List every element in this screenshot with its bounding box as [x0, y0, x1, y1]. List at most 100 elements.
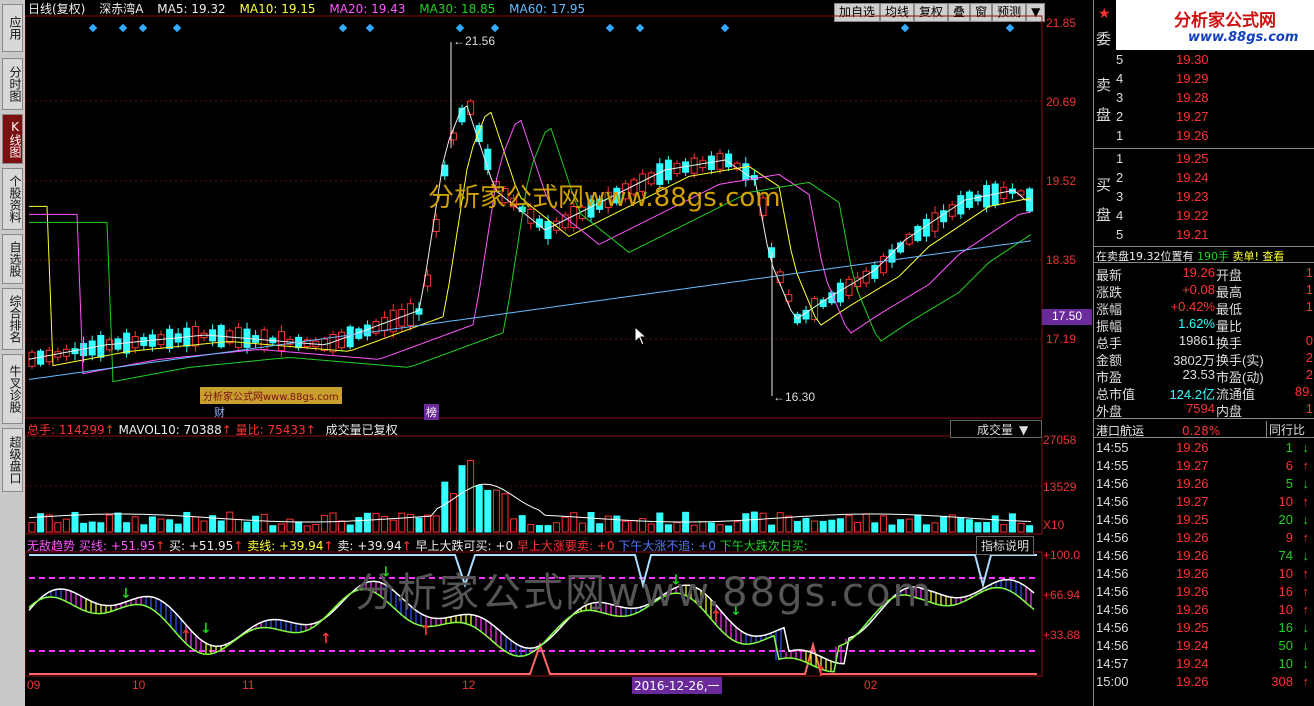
cursor-date: 2016-12-26,一 [632, 677, 722, 694]
indicator-tick: +33.88 [1043, 628, 1081, 642]
buy-level-row[interactable]: 1 19.25 [1094, 151, 1314, 169]
volume-bar [578, 522, 586, 533]
tab-kline[interactable]: K线图 [2, 114, 23, 164]
lower-signal-line [29, 641, 1037, 675]
volume-bar [226, 511, 234, 533]
stat-value: +0.42% [1170, 299, 1215, 314]
stat-row: 总手 19861 换手 0 [1094, 333, 1314, 351]
tab-intraday[interactable]: 分时图 [2, 58, 23, 110]
sell-level-row[interactable]: 2 19.27 [1094, 109, 1314, 127]
tick-price: 19.24 [1176, 656, 1209, 671]
volume-bar [97, 522, 105, 533]
arrow-down-icon: ↓ [1302, 440, 1310, 455]
mouse-cursor-icon [634, 326, 648, 346]
buy-level-row[interactable]: 3 19.23 [1094, 189, 1314, 207]
volume-bar [105, 514, 113, 533]
tab-diagnosis[interactable]: 牛叉诊股 [2, 354, 23, 424]
tab-apps[interactable]: 应用 [2, 4, 23, 52]
sell-value: 卖: +39.94 [337, 539, 402, 553]
date-tick: 11 [242, 678, 255, 692]
signal-diamond-icon [338, 23, 348, 33]
tick-price: 19.26 [1176, 530, 1209, 545]
tab-super-order[interactable]: 超级盘口 [2, 428, 23, 492]
watermark-badge: 分析家公式网www.88gs.com [200, 387, 342, 404]
low-annotation: ←16.30 [773, 390, 815, 404]
sell-level-row[interactable]: 3 19.28 [1094, 90, 1314, 108]
peer-compare-button[interactable]: 同行比 [1266, 421, 1305, 438]
level-num: 3 [1116, 90, 1124, 105]
volume-bar [518, 515, 526, 533]
tab-ranking[interactable]: 综合排名 [2, 288, 23, 350]
buy-value: 买: +51.95 [169, 539, 234, 553]
stat-value-2: 1 [1305, 265, 1313, 280]
volume-bar [561, 516, 569, 533]
indicator-help-button[interactable]: 指标说明 [976, 536, 1035, 555]
volume-bar [45, 514, 53, 533]
tick-row: 14:56 19.26 16 ↑ [1094, 584, 1314, 602]
tick-row: 15:00 19.26 308 ↑ [1094, 674, 1314, 692]
volume-bar [475, 485, 483, 533]
finance-marker[interactable]: 财 [214, 404, 225, 420]
tick-volume: 6 [1285, 458, 1293, 473]
volume-bar [363, 512, 371, 533]
volume-header: 总手: 114299↑ MAVOL10: 70388↑ 量比: 75433↑ 成… [27, 423, 398, 437]
volume-bar [535, 525, 543, 533]
tick-price: 19.24 [1176, 638, 1209, 653]
tick-volume: 10 [1278, 656, 1293, 671]
indicator-name[interactable]: 无敌趋势 [27, 539, 75, 553]
volume-bar [1026, 525, 1034, 533]
buy-level-row[interactable]: 5 19.21 [1094, 227, 1314, 245]
volume-bar [793, 520, 801, 533]
arrow-up-icon: ↑ [1302, 674, 1310, 689]
volume-ratio: 量比: 75433 [235, 423, 306, 437]
tick-row: 14:56 19.24 50 ↓ [1094, 638, 1314, 656]
volume-bar [750, 511, 758, 533]
tick-time: 14:56 [1096, 548, 1129, 563]
volume-bar [965, 519, 973, 533]
arrow-down-icon: ↓ [1302, 476, 1310, 491]
tick-row: 14:56 19.26 9 ↑ [1094, 530, 1314, 548]
volume-bar [811, 520, 819, 533]
signal-diamond-icon [138, 23, 148, 33]
level-num: 5 [1116, 52, 1124, 67]
signal-diamond-icon [635, 23, 645, 33]
volume-bar [183, 511, 191, 533]
volume-bar [217, 520, 225, 533]
tab-watchlist[interactable]: 自选股 [2, 234, 23, 284]
stat-row: 振幅 1.62% 量比 [1094, 316, 1314, 334]
sell-level-row[interactable]: 1 19.26 [1094, 128, 1314, 146]
level-num: 3 [1116, 189, 1124, 204]
candle-body [467, 100, 475, 115]
price-tick: 20.69 [1046, 95, 1077, 109]
price-tick: 17.19 [1046, 332, 1077, 346]
tab-stock-info[interactable]: 个股资料 [2, 168, 23, 230]
tick-row: 14:56 19.27 10 ↑ [1094, 494, 1314, 512]
stat-value-2: 1 [1305, 299, 1313, 314]
sell-level-row[interactable]: 5 19.30 [1094, 52, 1314, 70]
signal-diamond-icon [720, 23, 730, 33]
star-icon[interactable]: ★ [1098, 6, 1111, 22]
volume-bar [243, 521, 251, 533]
tick-time: 15:00 [1096, 674, 1129, 689]
signal-4: 下午大跌次日买: [719, 539, 808, 553]
buy-level-row[interactable]: 4 19.22 [1094, 208, 1314, 226]
volume-bar [983, 522, 991, 533]
indicator-tick: +100.0 [1043, 548, 1081, 562]
level-price: 19.23 [1176, 189, 1209, 204]
ranking-marker[interactable]: 榜 [424, 404, 439, 420]
tick-time: 14:55 [1096, 440, 1129, 455]
volume-indicator-select[interactable]: 成交量 ▼ [950, 420, 1042, 438]
ma-line [28, 240, 1032, 380]
volume-bar [879, 515, 887, 533]
stat-value-2: 0 [1305, 333, 1313, 348]
price-tick: 18.35 [1046, 253, 1077, 267]
sell-level-row[interactable]: 4 19.29 [1094, 71, 1314, 89]
tick-volume: 20 [1278, 512, 1293, 527]
signal-diamond-icon [490, 23, 500, 33]
tick-price: 19.26 [1176, 476, 1209, 491]
volume-bar [114, 512, 122, 533]
volume-bar [656, 512, 664, 533]
buy-level-row[interactable]: 2 19.24 [1094, 170, 1314, 188]
volume-bar [587, 511, 595, 533]
wei-label: 委 [1096, 30, 1112, 48]
